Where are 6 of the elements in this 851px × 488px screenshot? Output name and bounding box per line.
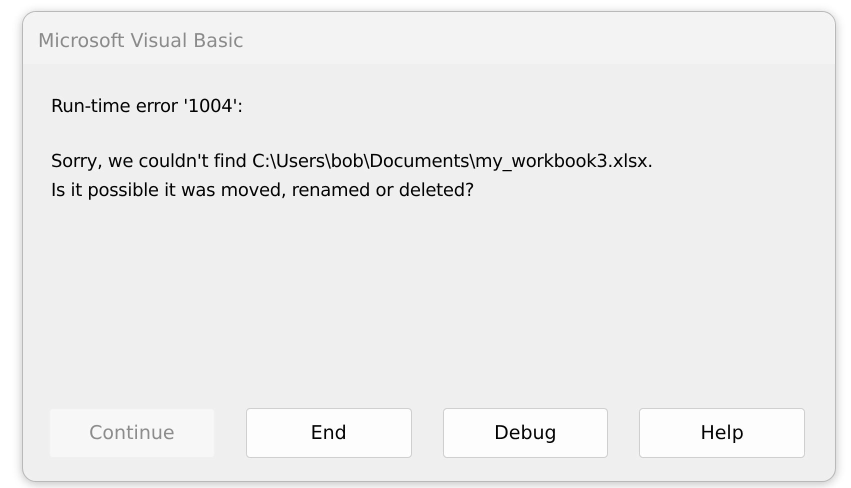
dialog-button[interactable]: End — [246, 408, 412, 458]
message-text: Run-time error '1004': — [51, 95, 244, 119]
dialog-button[interactable]: Debug — [442, 408, 608, 458]
dialog-button[interactable]: Help — [639, 408, 805, 458]
window-title: Microsoft Visual Basic — [23, 12, 835, 64]
message-text: Sorry, we couldn't find C:\Users\bob\Documents\my_workbook3.xlsx. Is it possible it was moved, renamed or deleted? — [51, 150, 654, 203]
